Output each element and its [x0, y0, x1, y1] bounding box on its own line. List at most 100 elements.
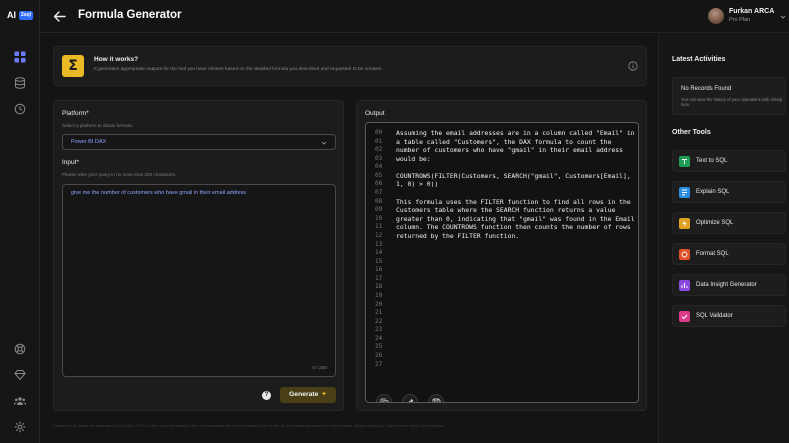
back-arrow-icon[interactable] — [53, 10, 66, 23]
database-icon[interactable] — [14, 77, 26, 89]
app-logo[interactable]: AI 2sql — [7, 10, 34, 21]
how-it-works-title: How it works? — [94, 56, 139, 63]
line-number: 02 — [375, 146, 383, 154]
copy-icon — [380, 398, 389, 402]
line-number: 00 — [375, 129, 383, 136]
line-number: 16 — [375, 266, 383, 274]
line-number: 05 — [375, 171, 383, 179]
line-number: 04 — [375, 163, 383, 171]
no-records-description: You can view the history of your operati… — [681, 97, 782, 107]
top-header: Formula Generator Furkan ARCA Pro Plan — [40, 0, 789, 33]
team-icon[interactable] — [14, 395, 26, 407]
query-input[interactable]: give me the number of customers who have… — [62, 184, 336, 377]
code-line: returned by the FILTER function. — [396, 231, 520, 240]
code-line: Assuming the email addresses are in a co… — [396, 129, 635, 137]
user-plan: Pro Plan — [729, 17, 751, 23]
platform-select[interactable]: Power BI DAX — [62, 134, 336, 150]
optimize-sql-icon — [679, 218, 690, 229]
code-line: column. The COUNTROWS function then coun… — [396, 223, 631, 232]
tool-text-to-sql[interactable]: Text to SQL — [672, 150, 786, 172]
line-number: 21 — [375, 309, 383, 317]
how-it-works-description: It generates appropriate outputs for the… — [94, 67, 383, 72]
code-line: 1, 0) > 0)) — [396, 180, 439, 189]
output-code-text: Assuming the email addresses are in a co… — [396, 129, 635, 241]
line-numbers: 00 01 02 03 04 05 06 07 08 09 10 11 12 13 14 15 16 17 18 19… — [375, 129, 382, 369]
tool-label: Data Insight Generator — [696, 282, 757, 288]
no-records-title: No Records Found — [681, 86, 732, 92]
generate-button[interactable]: Generate ✦ — [280, 387, 336, 403]
line-number: 12 — [375, 231, 383, 239]
save-icon — [432, 398, 441, 402]
line-number: 20 — [375, 300, 383, 308]
generate-button-label: Generate — [289, 391, 319, 398]
copy-button[interactable] — [376, 394, 392, 402]
input-panel: Platform* Select a platform to obtain fo… — [53, 100, 344, 411]
sql-validator-icon — [679, 311, 690, 322]
line-number: 26 — [375, 352, 383, 360]
output-panel: Output 00 01 02 03 04 05 06 07 08 09 10 11 12 13 14 15 1… — [356, 100, 647, 411]
tool-label: Explain SQL — [696, 189, 730, 195]
help-icon[interactable]: ? — [262, 391, 271, 400]
line-number: 09 — [375, 206, 383, 214]
format-sql-icon — [679, 249, 690, 260]
sparkle-icon: ✦ — [321, 390, 327, 398]
info-icon[interactable] — [628, 61, 638, 71]
line-number: 08 — [375, 197, 383, 205]
no-records-card: No Records Found You can view the histor… — [672, 77, 786, 115]
output-code-editor[interactable]: 00 01 02 03 04 05 06 07 08 09 10 11 12 13 14 15 16 17 18 19… — [365, 122, 639, 403]
line-number: 13 — [375, 240, 383, 248]
code-line: greater than 0, indicating that "gmail" … — [396, 214, 635, 223]
line-number: 10 — [375, 214, 383, 222]
line-number: 15 — [375, 257, 383, 265]
chevron-down-icon — [321, 141, 327, 145]
line-number: 03 — [375, 154, 383, 162]
tool-label: Optimize SQL — [696, 220, 734, 226]
logo-badge: 2sql — [19, 11, 34, 20]
data-insight-icon — [679, 280, 690, 291]
support-icon[interactable] — [14, 343, 26, 355]
tool-format-sql[interactable]: Format SQL — [672, 243, 786, 265]
tool-label: Format SQL — [696, 251, 729, 257]
code-line: Customers table where the SEARCH functio… — [396, 206, 616, 215]
line-number: 06 — [375, 180, 383, 188]
line-number: 22 — [375, 317, 383, 325]
share-button[interactable] — [402, 394, 418, 402]
line-number: 07 — [375, 189, 383, 197]
tool-data-insight-generator[interactable]: Data Insight Generator — [672, 274, 786, 296]
disclaimer-text: Disclaimer: AI results are generated by … — [53, 424, 446, 428]
chevron-down-icon[interactable] — [780, 14, 786, 20]
tool-label: SQL Validator — [696, 313, 733, 319]
input-hint: Please write your query in no more than … — [62, 172, 177, 177]
line-number: 24 — [375, 334, 383, 342]
logo-text: AI — [7, 10, 16, 20]
user-avatar[interactable] — [708, 8, 724, 24]
line-number: 19 — [375, 291, 383, 299]
tool-sql-validator[interactable]: SQL Validator — [672, 305, 786, 327]
text-to-sql-icon — [679, 156, 690, 167]
sigma-icon: Σ — [62, 55, 84, 77]
user-name[interactable]: Furkan ARCA — [729, 8, 774, 15]
explain-sql-icon — [679, 187, 690, 198]
code-line: would be: — [396, 154, 431, 163]
dashboard-icon[interactable] — [14, 51, 26, 63]
output-label: Output — [365, 110, 385, 117]
premium-diamond-icon[interactable] — [14, 369, 26, 381]
query-input-value: give me the number of customers who have… — [71, 190, 247, 196]
input-label: Input* — [62, 159, 79, 166]
tool-optimize-sql[interactable]: Optimize SQL — [672, 212, 786, 234]
line-number: 14 — [375, 249, 383, 257]
save-button[interactable] — [428, 394, 444, 402]
line-number: 17 — [375, 274, 383, 282]
how-it-works-card: Σ How it works? It generates appropriate… — [53, 46, 647, 86]
code-line: number of customers who have "gmail" in … — [396, 146, 624, 155]
other-tools-heading: Other Tools — [672, 129, 711, 136]
line-number: 27 — [375, 360, 383, 368]
code-line: COUNTROWS(FILTER(Customers, SEARCH("gmai… — [396, 171, 631, 180]
left-nav-rail: AI 2sql — [0, 0, 40, 443]
history-icon[interactable] — [14, 103, 26, 115]
tool-explain-sql[interactable]: Explain SQL — [672, 181, 786, 203]
line-number: 01 — [375, 137, 383, 145]
platform-hint: Select a platform to obtain formula. — [62, 123, 134, 128]
settings-gear-icon[interactable] — [14, 421, 26, 433]
